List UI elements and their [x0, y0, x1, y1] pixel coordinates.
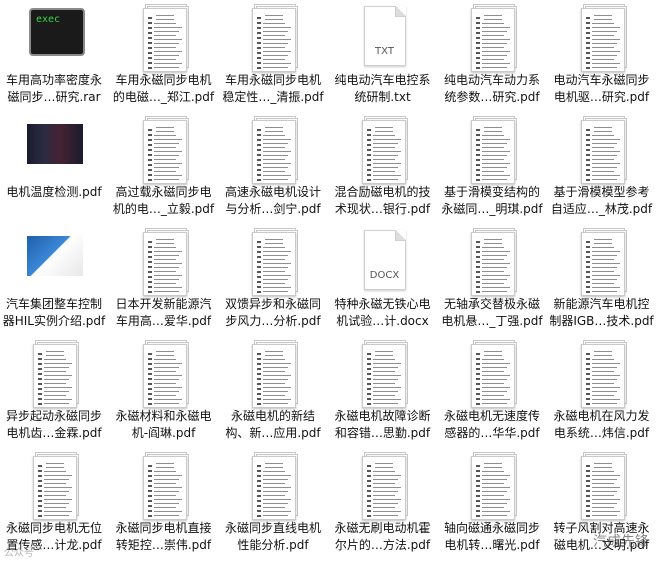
file-item[interactable]: 日本开发新能源汽 车用高…爱华.pdf [110, 224, 218, 336]
file-name-label: 纯电动汽车电控系 统研制.txt [334, 73, 431, 104]
file-item[interactable]: 永磁同步直线电机 性能分析.pdf [219, 448, 327, 560]
file-item[interactable]: 高过载永磁同步电 机的电…_立毅.pdf [110, 112, 218, 224]
image-thumbnail-icon [25, 226, 83, 298]
file-item[interactable]: 永磁电机的新结 构、新…应用.pdf [219, 336, 327, 448]
file-name-label: 异步起动永磁同步 电机齿…金霖.pdf [5, 409, 102, 440]
pdf-file-icon [135, 114, 193, 186]
file-item[interactable]: 永磁电机在风力发 电系统…炜信.pdf [548, 336, 656, 448]
pdf-file-icon [135, 338, 193, 410]
file-name-label: 无轴承交替极永磁 电机悬…_丁强.pdf [441, 297, 543, 328]
file-name-label: 高过载永磁同步电 机的电…_立毅.pdf [112, 185, 215, 216]
pdf-file-icon [463, 338, 521, 410]
file-item[interactable]: 混合励磁电机的技 术现状…银行.pdf [329, 112, 437, 224]
file-name-label: 特种永磁无铁心电 机试验…计.docx [334, 297, 431, 328]
file-name-label: 新能源汽车电机控 制器IGB…技术.pdf [549, 297, 654, 328]
file-item[interactable]: 纯电动汽车动力系 统参数…研究.pdf [438, 0, 546, 112]
file-name-label: 车用永磁同步电机 的电磁…_郑江.pdf [112, 73, 215, 104]
file-grid: exec 车用高功率密度永 磁同步…研究.rar 车用永磁同步电机 的电磁…_郑江.… [0, 0, 657, 563]
file-item[interactable]: 电机温度检测.pdf [0, 112, 108, 224]
file-name-label: 车用永磁同步电机 稳定性…_清振.pdf [222, 73, 324, 104]
pdf-file-icon [463, 114, 521, 186]
pdf-file-icon [25, 450, 83, 522]
terminal-icon: exec [25, 2, 85, 74]
file-name-label: 基于滑模变结构的 永磁同…_明琪.pdf [441, 185, 543, 216]
file-item[interactable]: TXT 纯电动汽车电控系 统研制.txt [329, 0, 437, 112]
pdf-file-icon [573, 2, 631, 74]
file-name-label: 永磁无刷电动机霍 尔片的…方法.pdf [334, 521, 431, 552]
image-thumbnail-icon [25, 114, 83, 186]
file-name-label: 纯电动汽车动力系 统参数…研究.pdf [443, 73, 540, 104]
file-name-label: 汽车集团整车控制 器HIL实例介绍.pdf [2, 297, 106, 328]
file-item[interactable]: 无轴承交替极永磁 电机悬…_丁强.pdf [438, 224, 546, 336]
pdf-file-icon [573, 450, 631, 522]
file-item[interactable]: 双馈异步和永磁同 步风力…分析.pdf [219, 224, 327, 336]
file-name-label: 永磁电机的新结 构、新…应用.pdf [225, 409, 321, 440]
file-name-label: 基于滑模模型参考 自适应…_林茂.pdf [550, 185, 653, 216]
file-item[interactable]: 车用永磁同步电机 稳定性…_清振.pdf [219, 0, 327, 112]
file-item[interactable]: 轴向磁通永磁同步 电机转…曙光.pdf [438, 448, 546, 560]
pdf-file-icon [573, 338, 631, 410]
file-item[interactable]: 永磁同步电机直接 转矩控…崇伟.pdf [110, 448, 218, 560]
pdf-file-icon [354, 114, 412, 186]
pdf-file-icon [354, 338, 412, 410]
pdf-file-icon [573, 114, 631, 186]
file-name-label: 永磁同步电机直接 转矩控…崇伟.pdf [115, 521, 212, 552]
pdf-file-icon [244, 2, 302, 74]
pdf-file-icon [135, 226, 193, 298]
file-name-label: 永磁电机在风力发 电系统…炜信.pdf [553, 409, 650, 440]
file-item[interactable]: 永磁材料和永磁电 机-阎琳.pdf [110, 336, 218, 448]
pdf-file-icon [135, 450, 193, 522]
file-name-label: 混合励磁电机的技 术现状…银行.pdf [334, 185, 431, 216]
file-name-label: 日本开发新能源汽 车用高…爱华.pdf [115, 297, 212, 328]
file-item[interactable]: 新能源汽车电机控 制器IGB…技术.pdf [548, 224, 656, 336]
watermark-left-text: 公众号 [4, 548, 34, 559]
file-item[interactable]: 永磁无刷电动机霍 尔片的…方法.pdf [329, 448, 437, 560]
file-item[interactable]: DOCX 特种永磁无铁心电 机试验…计.docx [329, 224, 437, 336]
file-item[interactable]: 高速永磁电机设计 与分析…剑宁.pdf [219, 112, 327, 224]
pdf-file-icon [463, 2, 521, 74]
file-name-label: 车用高功率密度永 磁同步…研究.rar [5, 73, 102, 104]
pdf-file-icon [244, 114, 302, 186]
file-item[interactable]: 永磁电机无速度传 感器的…华华.pdf [438, 336, 546, 448]
file-name-label: 永磁电机无速度传 感器的…华华.pdf [443, 409, 540, 440]
pdf-file-icon [463, 450, 521, 522]
exec-badge: exec [36, 14, 61, 25]
file-item[interactable]: exec 车用高功率密度永 磁同步…研究.rar [0, 0, 108, 112]
file-item[interactable]: 汽车集团整车控制 器HIL实例介绍.pdf [0, 224, 108, 336]
pdf-file-icon [135, 2, 193, 74]
file-extension-label: TXT [375, 46, 394, 57]
watermark-text: 汽成先锋 [593, 534, 649, 550]
file-name-label: 永磁材料和永磁电 机-阎琳.pdf [115, 409, 212, 440]
pdf-file-icon [244, 226, 302, 298]
pdf-file-icon [354, 450, 412, 522]
file-extension-label: DOCX [369, 270, 400, 281]
file-name-label: 高速永磁电机设计 与分析…剑宁.pdf [224, 185, 321, 216]
file-item[interactable]: 电动汽车永磁同步 电机驱…研究.pdf [548, 0, 656, 112]
pdf-file-icon [244, 338, 302, 410]
file-name-label: 双馈异步和永磁同 步风力…分析.pdf [224, 297, 321, 328]
file-name-label: 永磁同步直线电机 性能分析.pdf [224, 521, 321, 552]
file-name-label: 电机温度检测.pdf [6, 185, 102, 199]
file-name-label: 轴向磁通永磁同步 电机转…曙光.pdf [443, 521, 540, 552]
text-file-icon: TXT [354, 2, 412, 74]
pdf-file-icon [25, 338, 83, 410]
docx-file-icon: DOCX [354, 226, 412, 298]
file-item[interactable]: 永磁电机故障诊断 和容错…思勤.pdf [329, 336, 437, 448]
pdf-file-icon [244, 450, 302, 522]
file-item[interactable]: 基于滑模变结构的 永磁同…_明琪.pdf [438, 112, 546, 224]
file-name-label: 电动汽车永磁同步 电机驱…研究.pdf [553, 73, 650, 104]
file-item[interactable]: 基于滑模模型参考 自适应…_林茂.pdf [548, 112, 656, 224]
file-item[interactable]: 车用永磁同步电机 的电磁…_郑江.pdf [110, 0, 218, 112]
pdf-file-icon [573, 226, 631, 298]
file-name-label: 永磁电机故障诊断 和容错…思勤.pdf [334, 409, 431, 440]
file-item[interactable]: 异步起动永磁同步 电机齿…金霖.pdf [0, 336, 108, 448]
pdf-file-icon [463, 226, 521, 298]
